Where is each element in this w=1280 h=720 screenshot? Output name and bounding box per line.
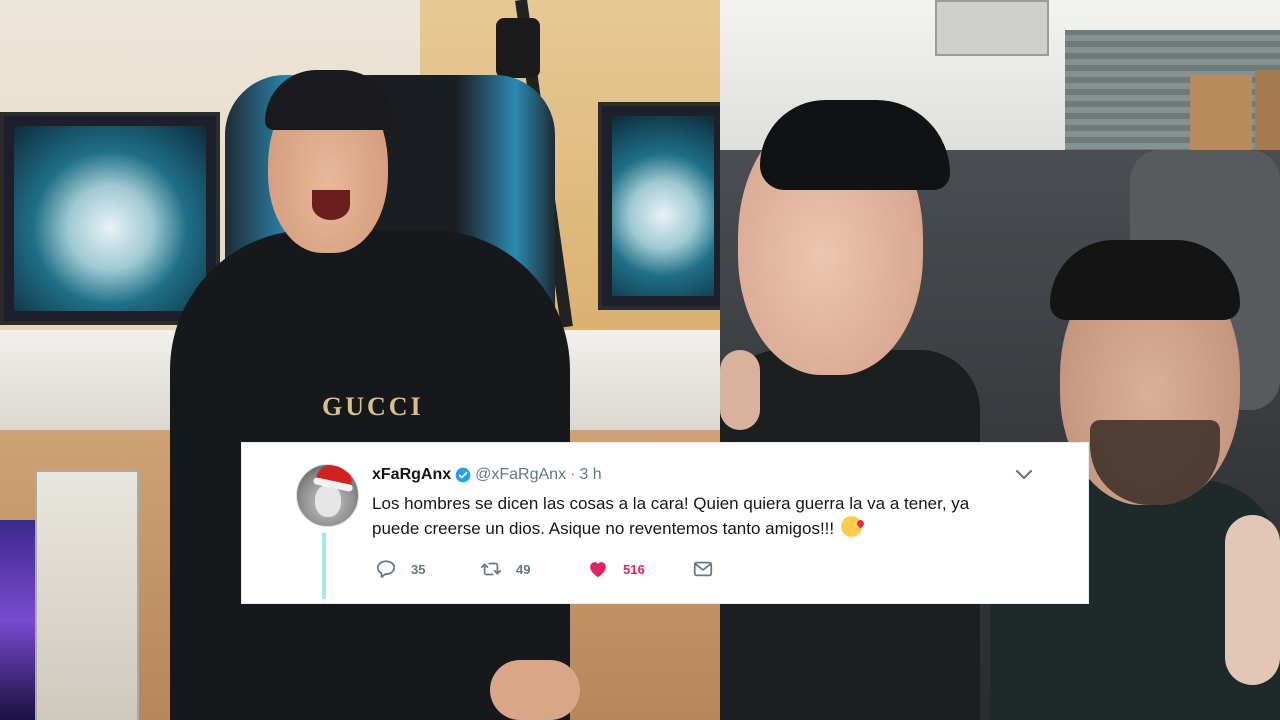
paper-bag [1255,70,1280,156]
retweet-icon [480,562,502,576]
mail-icon [693,561,713,577]
direct-message-button[interactable] [692,558,728,580]
reply-count: 35 [411,561,426,577]
like-button[interactable]: 516 [587,558,645,580]
person-mouth [312,190,350,220]
microphone [496,18,540,78]
right-photo [720,0,1280,720]
tweet-header: xFaRgAnx @xFaRgAnx · 3 h [372,465,602,485]
thumb-up [1225,515,1280,685]
person-hand [490,660,580,720]
retweet-button[interactable]: 49 [480,558,530,580]
user-handle[interactable]: @xFaRgAnx [475,465,566,485]
like-count: 516 [623,561,645,577]
pc-lights [0,520,40,720]
tweet-card[interactable]: xFaRgAnx @xFaRgAnx · 3 h Los hombres se … [242,443,1088,603]
reply-button[interactable]: 35 [375,558,425,580]
microwave [935,0,1049,56]
heart-icon [590,562,606,578]
verified-badge-icon [455,467,471,483]
reply-icon [376,560,396,578]
right-monitor [598,102,720,310]
avatar[interactable] [296,464,359,527]
tweet-text-block: Los hombres se dicen las cosas a la cara… [372,491,1012,541]
person2-hair [1050,240,1240,320]
separator-dot: · [570,466,576,483]
timestamp[interactable]: 3 h [579,465,601,485]
pc-case [35,470,139,720]
tweet-text: Los hombres se dicen las cosas a la cara… [372,494,970,538]
tweet-actions: 35 49 516 [372,558,972,582]
face-blowing-a-kiss-emoji [840,516,862,537]
paper-bag [1190,75,1252,155]
left-photo: GUCCI [0,0,720,720]
shirt-logo: GUCCI [322,392,424,421]
display-name[interactable]: xFaRgAnx [372,465,451,485]
thumb-up [720,350,760,430]
chevron-down-icon[interactable] [1014,467,1034,483]
thread-line [322,533,326,599]
retweet-count: 49 [516,561,531,577]
left-monitor [0,112,220,325]
